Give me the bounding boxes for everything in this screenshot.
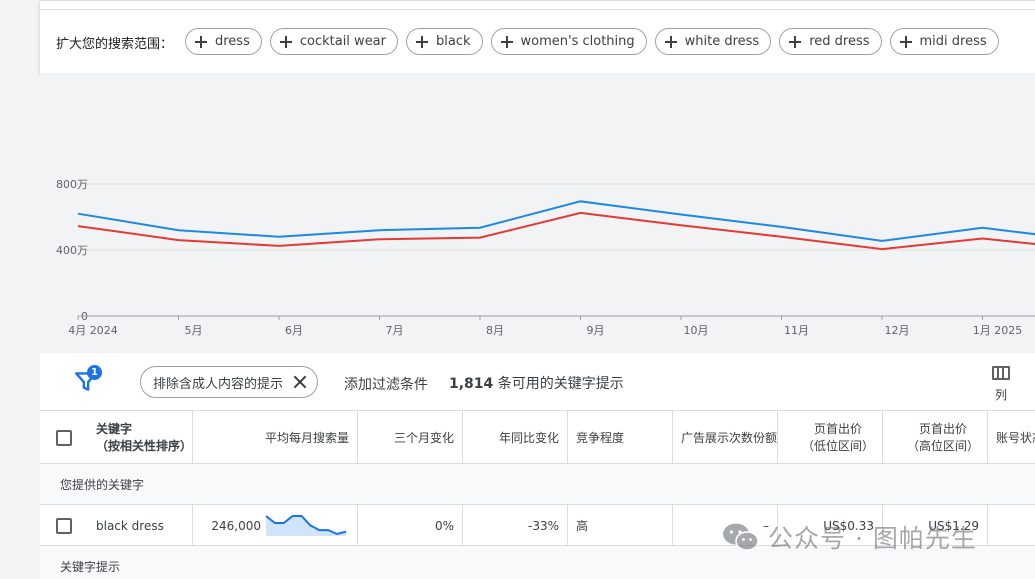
header-account-status[interactable]: 账号状态 <box>988 411 1035 464</box>
row-checkbox[interactable] <box>56 517 72 534</box>
section-provided-keywords: 您提供的关键字 <box>40 464 1035 505</box>
header-yoy-change[interactable]: 年同比变化 <box>463 411 568 464</box>
chip-dress[interactable]: dress <box>185 28 262 55</box>
row-keyword: black dress <box>88 505 193 546</box>
divider <box>40 9 1035 10</box>
chip-label: cocktail wear <box>299 34 386 49</box>
columns-icon <box>992 366 1010 380</box>
plus-icon <box>192 33 210 51</box>
row-avg-monthly-value: 246,000 <box>211 518 261 533</box>
plus-icon <box>413 33 431 51</box>
row-avg-monthly: 246,000 <box>193 505 358 546</box>
plus-icon <box>498 33 516 51</box>
trend-sparkline <box>265 514 347 536</box>
x-tick-label: 6月 <box>285 324 303 337</box>
exclude-adult-label: 排除含成人内容的提示 <box>153 376 284 392</box>
row-competition: 高 <box>568 505 673 546</box>
header-bid-low[interactable]: 页首出价 （低位区间） <box>778 411 883 464</box>
x-tick-label: 12月 <box>885 324 910 337</box>
x-tick-label: 8月 <box>486 324 504 337</box>
chip-red-dress[interactable]: red dress <box>779 28 882 55</box>
left-gutter <box>0 0 40 579</box>
columns-button[interactable]: 列 <box>984 361 1018 405</box>
keyword-table: 关键字 （按相关性排序） 平均每月搜索量 三个月变化 年同比变化 竞争程度 广告展… <box>40 411 1035 579</box>
header-impression-share[interactable]: 广告展示次数份额 <box>673 411 778 464</box>
y-tick-label: 800万 <box>56 178 88 191</box>
chip-label: white dress <box>684 34 760 49</box>
row-account-status <box>988 505 1035 546</box>
x-tick-label: 5月 <box>185 324 203 337</box>
header-bid-low-line1: 页首出价 <box>813 421 862 436</box>
header-avg-monthly[interactable]: 平均每月搜索量 <box>193 411 358 464</box>
columns-label: 列 <box>994 388 1007 402</box>
table-row: black dress 246,000 0% -33% 高 – US$0.33 … <box>40 505 1035 546</box>
keyword-count-number: 1,814 <box>449 376 494 392</box>
series-line-red <box>77 211 1035 251</box>
header-competition[interactable]: 竞争程度 <box>568 411 673 464</box>
row-select-cell <box>40 505 88 546</box>
x-tick-label: 11月 <box>784 324 809 337</box>
y-tick-label: 400万 <box>56 244 88 257</box>
chip-label: black <box>436 34 471 49</box>
series-line-blue <box>77 200 1035 242</box>
plus-icon <box>662 33 680 51</box>
search-volume-chart: 0400万800万4月 20245月6月7月8月9月10月11月12月1月 20… <box>40 73 1035 353</box>
plus-icon <box>786 33 804 51</box>
header-bid-high-line2: （高位区间） <box>906 438 979 453</box>
header-three-month-change[interactable]: 三个月变化 <box>358 411 463 464</box>
add-filter-button[interactable]: 添加过滤条件 <box>344 374 428 394</box>
select-all-cell <box>40 411 88 464</box>
plus-icon <box>277 33 295 51</box>
close-icon[interactable] <box>293 375 307 389</box>
broaden-search-panel: 扩大您的搜索范围： dress cocktail wear black wome… <box>40 0 1035 73</box>
trend-chart-svg: 0400万800万4月 20245月6月7月8月9月10月11月12月1月 20… <box>56 178 1035 337</box>
chip-label: red dress <box>809 34 870 49</box>
x-tick-label: 7月 <box>386 324 404 337</box>
exclude-adult-filter-chip[interactable]: 排除含成人内容的提示 <box>140 366 319 398</box>
header-keyword-line2: （按相关性排序） <box>96 438 193 453</box>
header-keyword[interactable]: 关键字 （按相关性排序） <box>88 411 193 464</box>
header-bid-high[interactable]: 页首出价 （高位区间） <box>883 411 988 464</box>
x-tick-label: 9月 <box>587 324 605 337</box>
row-three-month-change: 0% <box>358 505 463 546</box>
broaden-search-label: 扩大您的搜索范围： <box>56 37 174 52</box>
plus-icon <box>897 33 915 51</box>
chip-white-dress[interactable]: white dress <box>654 28 772 55</box>
table-header: 关键字 （按相关性排序） 平均每月搜索量 三个月变化 年同比变化 竞争程度 广告展… <box>40 411 1035 464</box>
filter-count-badge: 1 <box>87 365 102 380</box>
header-keyword-line1: 关键字 <box>96 421 133 436</box>
row-bid-low: US$0.33 <box>778 505 883 546</box>
section-keyword-suggestions: 关键字提示 <box>40 546 1035 579</box>
chip-cocktail-wear[interactable]: cocktail wear <box>269 28 398 55</box>
chip-midi-dress[interactable]: midi dress <box>889 28 999 55</box>
chip-black[interactable]: black <box>406 28 483 55</box>
x-tick-label: 10月 <box>684 324 709 337</box>
chip-womens-clothing[interactable]: women's clothing <box>490 28 647 55</box>
header-bid-high-line1: 页首出价 <box>918 421 967 436</box>
chip-label: midi dress <box>919 34 987 49</box>
row-impression-share: – <box>673 505 778 546</box>
chip-label: dress <box>215 34 250 49</box>
broaden-search-chips: dress cocktail wear black women's clothi… <box>185 28 999 55</box>
row-yoy-change: -33% <box>463 505 568 546</box>
keyword-count-text: 1,814 条可用的关键字提示 <box>449 373 624 393</box>
header-bid-low-line2: （低位区间） <box>801 438 874 453</box>
keyword-count-suffix: 条可用的关键字提示 <box>493 376 624 392</box>
chip-label: women's clothing <box>520 34 635 49</box>
filter-bar: 1 排除含成人内容的提示 添加过滤条件 1,814 条可用的关键字提示 列 <box>40 353 1035 411</box>
select-all-checkbox[interactable] <box>56 429 72 446</box>
x-tick-label: 4月 2024 <box>68 324 118 337</box>
x-tick-label: 1月 2025 <box>973 324 1023 337</box>
row-bid-high: US$1.29 <box>883 505 988 546</box>
